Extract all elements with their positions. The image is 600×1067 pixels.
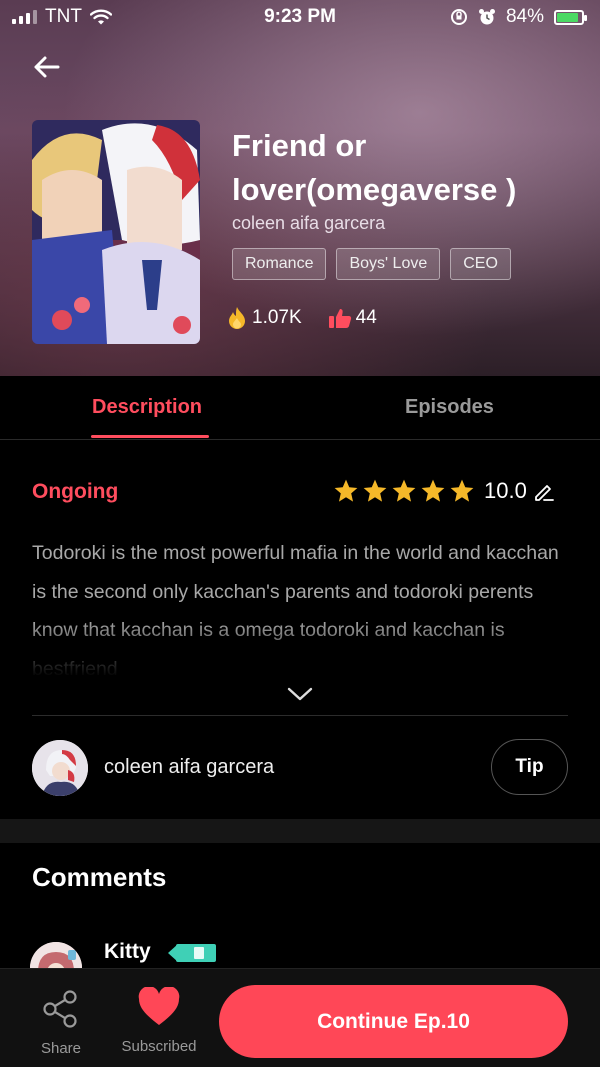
divider: [32, 715, 568, 716]
share-label: Share: [40, 1040, 82, 1057]
heart-icon: [138, 986, 180, 1025]
thumbs-up-icon: [328, 309, 351, 328]
genre-tags: Romance Boys' Love CEO: [232, 248, 511, 280]
book-header: TNT 9:23 PM 84% Friend or lover(omegaver…: [0, 0, 600, 376]
alarm-icon: [478, 9, 495, 25]
section-separator: [0, 819, 600, 843]
share-icon: [43, 990, 77, 1028]
share-button[interactable]: Share: [30, 989, 92, 1057]
tag-ceo[interactable]: CEO: [450, 248, 511, 280]
battery-percent: 84%: [505, 6, 544, 27]
author-avatar[interactable]: [32, 740, 88, 796]
tip-button[interactable]: Tip: [491, 739, 568, 795]
rating: 10.0: [333, 478, 555, 504]
level-badge-icon: [168, 944, 216, 962]
views-stat: 1.07K: [226, 306, 302, 330]
status-bar: TNT 9:23 PM 84%: [0, 0, 600, 34]
tab-episodes[interactable]: Episodes: [405, 396, 494, 419]
battery-icon: [554, 9, 587, 25]
star-icon: [363, 479, 387, 502]
fire-icon: [229, 307, 245, 329]
comments-heading: Comments: [32, 862, 167, 892]
cover-image: [32, 120, 200, 344]
subscribed-label: Subscribed: [121, 1038, 197, 1055]
star-icon: [450, 479, 474, 502]
edit-rating-icon[interactable]: [533, 480, 555, 502]
author-name[interactable]: coleen aifa garcera: [104, 756, 274, 779]
views-count: 1.07K: [252, 307, 302, 328]
subscribed-button[interactable]: Subscribed: [116, 986, 202, 1055]
star-icon: [392, 479, 416, 502]
tag-boys-love[interactable]: Boys' Love: [336, 248, 441, 280]
tag-romance[interactable]: Romance: [232, 248, 327, 280]
star-icon: [334, 479, 358, 502]
book-author[interactable]: coleen aifa garcera: [232, 213, 385, 234]
chevron-down-icon[interactable]: [286, 684, 314, 704]
book-title: Friend or lover(omegaverse ): [232, 128, 517, 207]
description-fade: [0, 620, 600, 680]
star-icon: [421, 479, 445, 502]
likes-count: 44: [355, 307, 377, 328]
continue-reading-button[interactable]: Continue Ep.10: [219, 985, 568, 1058]
back-arrow-icon[interactable]: [30, 50, 64, 84]
detail-tabs: Description Episodes: [0, 376, 600, 440]
rating-score: 10.0: [484, 478, 527, 503]
orientation-lock-icon: [450, 9, 467, 25]
commenter-name[interactable]: Kitty: [104, 940, 151, 964]
bottom-action-bar: Share Subscribed Continue Ep.10: [0, 968, 600, 1067]
status-label: Ongoing: [32, 480, 119, 503]
active-tab-indicator: [91, 435, 209, 438]
book-stats: 1.07K 44: [226, 306, 403, 330]
likes-stat: 44: [328, 307, 377, 329]
tab-description[interactable]: Description: [92, 396, 202, 419]
